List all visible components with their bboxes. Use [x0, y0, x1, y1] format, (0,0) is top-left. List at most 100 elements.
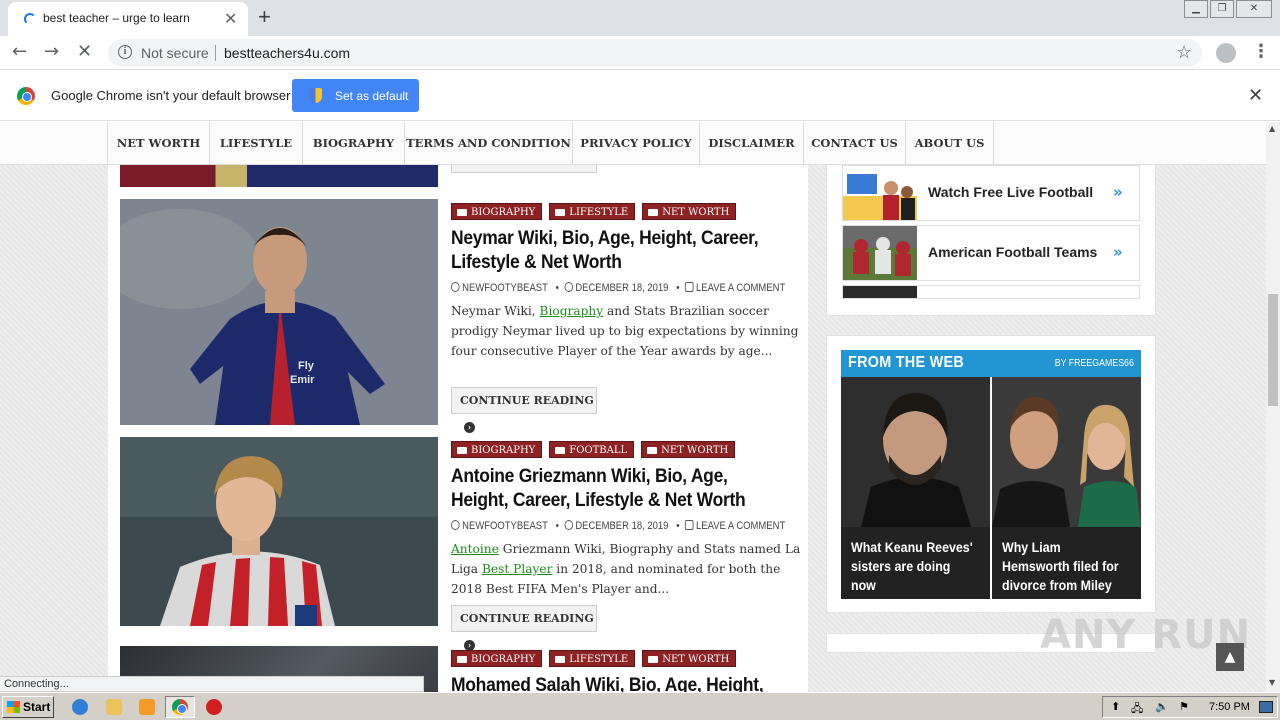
nav-terms-and-condition[interactable]: TERMS AND CONDITION	[404, 122, 572, 165]
start-button[interactable]: Start	[2, 696, 54, 718]
category-tag[interactable]: LIFESTYLE	[549, 650, 636, 667]
sidebar-link-thumbnail	[843, 166, 917, 220]
address-bar[interactable]: i Not secure bestteachers4u.com ☆	[108, 39, 1202, 67]
scroll-down-icon[interactable]: ▼	[1269, 678, 1275, 687]
comment-icon	[684, 282, 694, 292]
from-the-web-byline[interactable]: BY FREEGAMES66	[1055, 358, 1134, 369]
category-label: BIOGRAPHY	[471, 654, 536, 665]
excerpt-link[interactable]: Biography	[540, 304, 604, 318]
stop-loading-icon[interactable]: ✕	[77, 41, 92, 62]
post-thumbnail-neymar[interactable]: Fly Emir	[120, 199, 438, 425]
set-as-default-button[interactable]: Set as default	[292, 79, 419, 112]
browser-toolbar: ← → ✕ i Not secure bestteachers4u.com ☆ …	[0, 36, 1280, 70]
security-label[interactable]: Not secure	[141, 45, 209, 61]
post-author[interactable]: NEWFOOTYBEAST	[462, 282, 548, 294]
post-title[interactable]: Mohamed Salah Wiki, Bio, Age, Height,	[451, 674, 782, 692]
previous-post-thumbnail[interactable]	[120, 165, 438, 187]
show-desktop-icon[interactable]	[1259, 701, 1273, 713]
post-date[interactable]: DECEMBER 18, 2019	[575, 282, 668, 294]
infobar-close-icon[interactable]: ✕	[1248, 85, 1263, 106]
category-tag[interactable]: BIOGRAPHY	[451, 441, 543, 458]
category-label: NET WORTH	[662, 207, 730, 218]
bookmark-star-icon[interactable]: ☆	[1176, 42, 1192, 63]
url-separator	[215, 45, 216, 61]
nav-net-worth[interactable]: NET WORTH	[107, 122, 209, 165]
sidebar-link-thumbnail	[843, 226, 917, 280]
back-icon[interactable]: ←	[12, 41, 27, 62]
action-center-flag-icon[interactable]: ⚑	[1179, 700, 1189, 713]
scroll-up-icon[interactable]: ▲	[1269, 124, 1275, 133]
nav-biography[interactable]: BIOGRAPHY	[302, 122, 404, 165]
category-tag[interactable]: NET WORTH	[641, 441, 736, 458]
continue-reading-button[interactable]: CONTINUE READING›	[451, 605, 597, 651]
sidebar-link-thumbnail	[843, 286, 917, 298]
post-comments-link[interactable]: LEAVE A COMMENT	[696, 520, 785, 532]
nav-lifestyle[interactable]: LIFESTYLE	[209, 122, 302, 165]
post-meta: NEWFOOTYBEAST • DECEMBER 18, 2019 • LEAV…	[451, 282, 785, 294]
continue-reading-label: CONTINUE READING	[460, 612, 594, 625]
category-label: BIOGRAPHY	[471, 207, 536, 218]
post-title[interactable]: Neymar Wiki, Bio, Age, Height, Career, L…	[451, 227, 764, 275]
svg-text:Fly: Fly	[298, 360, 315, 372]
post-title[interactable]: Antoine Griezmann Wiki, Bio, Age, Height…	[451, 465, 778, 513]
links-widget: Watch Free Live Football » American Foot…	[826, 165, 1156, 316]
post-author[interactable]: NEWFOOTYBEAST	[462, 520, 548, 532]
profile-avatar-icon[interactable]	[1216, 43, 1236, 63]
nav-privacy-policy[interactable]: PRIVACY POLICY	[572, 122, 699, 165]
category-tag[interactable]: FOOTBALL	[549, 441, 635, 458]
post-thumbnail-griezmann[interactable]	[120, 437, 438, 626]
continue-reading-label: CONTINUE READING	[460, 394, 594, 407]
chrome-menu-icon[interactable]: ⋮	[1252, 41, 1270, 62]
network-icon[interactable]: 🖧	[1131, 700, 1143, 719]
sidebar-link-watch-football[interactable]: Watch Free Live Football »	[842, 165, 1140, 221]
category-label: FOOTBALL	[569, 445, 628, 456]
double-chevron-right-icon: »	[1113, 243, 1123, 261]
volume-icon[interactable]: 🔈	[1155, 700, 1169, 713]
minimize-button[interactable]: ▁	[1184, 0, 1208, 18]
continue-reading-button[interactable]: CONTINUE READING›	[451, 387, 597, 433]
double-chevron-right-icon: »	[1113, 183, 1123, 201]
internet-explorer-icon[interactable]	[72, 699, 88, 715]
browser-tab[interactable]: best teacher – urge to learn ✕	[8, 2, 248, 36]
excerpt-link[interactable]: Antoine	[451, 542, 499, 556]
restore-button[interactable]: ❐	[1210, 0, 1234, 18]
category-label: NET WORTH	[662, 654, 730, 665]
tab-close-icon[interactable]: ✕	[224, 9, 237, 28]
info-icon[interactable]: i	[118, 45, 132, 59]
post-comments-link[interactable]: LEAVE A COMMENT	[696, 282, 785, 294]
excerpt-link[interactable]: Best Player	[482, 562, 552, 576]
sidebar-link-partial[interactable]	[842, 285, 1140, 299]
nav-about-us[interactable]: ABOUT US	[905, 122, 994, 165]
nav-contact-us[interactable]: CONTACT US	[803, 122, 905, 165]
category-tag[interactable]: BIOGRAPHY	[451, 650, 543, 667]
category-tag[interactable]: BIOGRAPHY	[451, 203, 543, 220]
back-to-top-button[interactable]: ▲	[1216, 643, 1244, 671]
url-text[interactable]: bestteachers4u.com	[224, 45, 350, 61]
previous-continue-button[interactable]	[451, 165, 597, 173]
window-close-button[interactable]: ✕	[1236, 0, 1272, 18]
nav-disclaimer[interactable]: DISCLAIMER	[699, 122, 803, 165]
category-tag[interactable]: NET WORTH	[642, 203, 737, 220]
sponsored-card-keanu[interactable]: What Keanu Reeves' sisters are doing now	[841, 377, 990, 599]
uac-shield-icon	[309, 88, 322, 103]
clock-icon	[564, 282, 573, 292]
taskbar-chrome-button[interactable]	[165, 696, 195, 718]
sidebar-link-american-football[interactable]: American Football Teams »	[842, 225, 1140, 281]
tray-expand-icon[interactable]: ⬆	[1111, 700, 1120, 713]
post-date[interactable]: DECEMBER 18, 2019	[575, 520, 668, 532]
file-explorer-icon[interactable]	[106, 699, 122, 715]
system-clock[interactable]: 7:50 PM	[1209, 701, 1250, 713]
category-tag[interactable]: NET WORTH	[642, 650, 737, 667]
opera-icon[interactable]	[206, 699, 222, 715]
new-tab-button[interactable]: +	[258, 4, 271, 30]
default-browser-infobar: Google Chrome isn't your default browser…	[0, 71, 1280, 121]
sponsored-card-liam[interactable]: Why Liam Hemsworth filed for divorce fro…	[992, 377, 1141, 599]
media-player-icon[interactable]	[139, 699, 155, 715]
post-categories: BIOGRAPHY FOOTBALL NET WORTH	[451, 438, 742, 458]
page-scrollbar[interactable]: ▲ ▼	[1266, 122, 1280, 692]
category-tag[interactable]: LIFESTYLE	[549, 203, 636, 220]
page-viewport: NET WORTH LIFESTYLE BIOGRAPHY TERMS AND …	[0, 122, 1266, 692]
forward-icon[interactable]: →	[44, 41, 59, 62]
scrollbar-thumb[interactable]	[1268, 294, 1278, 406]
start-label: Start	[23, 700, 51, 714]
